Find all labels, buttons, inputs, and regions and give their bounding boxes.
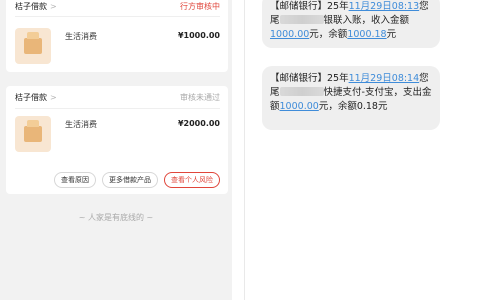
- sms-text: 元，余额0.18元: [318, 101, 388, 112]
- date-link[interactable]: 11月29日08:14: [349, 73, 420, 84]
- sms-text: 银联入账，收入金额: [323, 15, 410, 26]
- divider: [15, 16, 220, 17]
- redacted-account-mask: [279, 15, 324, 24]
- amount-link[interactable]: 1000.00: [270, 29, 309, 40]
- loan-list-panel: 桔子借款 > 行方审核中 生活消费 ¥1000.00 桔子借款 > 审核未通过 …: [0, 0, 232, 300]
- divider: [15, 108, 220, 109]
- view-personal-risk-button[interactable]: 查看个人风险: [164, 172, 220, 188]
- status-badge: 行方审核中: [180, 1, 220, 11]
- balance-link[interactable]: 1000.18: [347, 29, 386, 40]
- sms-prefix: 【邮储银行】25年: [270, 73, 349, 84]
- lender-name[interactable]: 桔子借款 >: [15, 1, 57, 12]
- sms-message: 【邮储银行】25年11月29日08:13您尾 银联入账，收入金额1000.00元，…: [262, 0, 440, 48]
- end-of-list-note: ~ 人家是有底线的 ~: [78, 213, 154, 222]
- date-link[interactable]: 11月29日08:13: [349, 1, 420, 12]
- product-box-icon: [15, 28, 51, 64]
- redacted-account-mask: [279, 87, 324, 96]
- loan-card-header: 桔子借款 > 行方审核中: [15, 0, 220, 12]
- lender-label: 桔子借款: [15, 92, 47, 102]
- loan-item-row: 生活消费 ¥2000.00: [15, 116, 220, 156]
- loan-item-row: 生活消费 ¥1000.00: [15, 28, 220, 68]
- loan-purpose: 生活消费: [65, 120, 97, 129]
- chevron-right-icon: >: [50, 1, 57, 11]
- sms-prefix: 【邮储银行】25年: [270, 1, 349, 12]
- loan-card[interactable]: 桔子借款 > 行方审核中 生活消费 ¥1000.00: [6, 0, 228, 72]
- more-loan-products-button[interactable]: 更多借款产品: [102, 172, 158, 188]
- lender-label: 桔子借款: [15, 1, 47, 11]
- lender-name[interactable]: 桔子借款 >: [15, 92, 57, 103]
- action-buttons: 查看原因 更多借款产品 查看个人风险: [54, 172, 220, 188]
- product-box-icon: [15, 116, 51, 152]
- sms-text: 元: [386, 29, 397, 40]
- loan-card-header: 桔子借款 > 审核未通过: [15, 86, 220, 108]
- sms-text: 元，余额: [309, 29, 348, 40]
- loan-amount: ¥2000.00: [177, 119, 220, 128]
- chevron-right-icon: >: [50, 92, 57, 102]
- loan-purpose: 生活消费: [65, 32, 97, 41]
- sms-message: 【邮储银行】25年11月29日08:14您尾 快捷支付-支付宝，支出金额1000.…: [262, 66, 440, 130]
- loan-card[interactable]: 桔子借款 > 审核未通过 生活消费 ¥2000.00 查看原因 更多借款产品 查…: [6, 86, 228, 194]
- status-badge: 审核未通过: [180, 92, 220, 102]
- loan-amount: ¥1000.00: [177, 31, 220, 40]
- view-reason-button[interactable]: 查看原因: [54, 172, 96, 188]
- divider: [244, 0, 245, 300]
- amount-link[interactable]: 1000.00: [280, 101, 319, 112]
